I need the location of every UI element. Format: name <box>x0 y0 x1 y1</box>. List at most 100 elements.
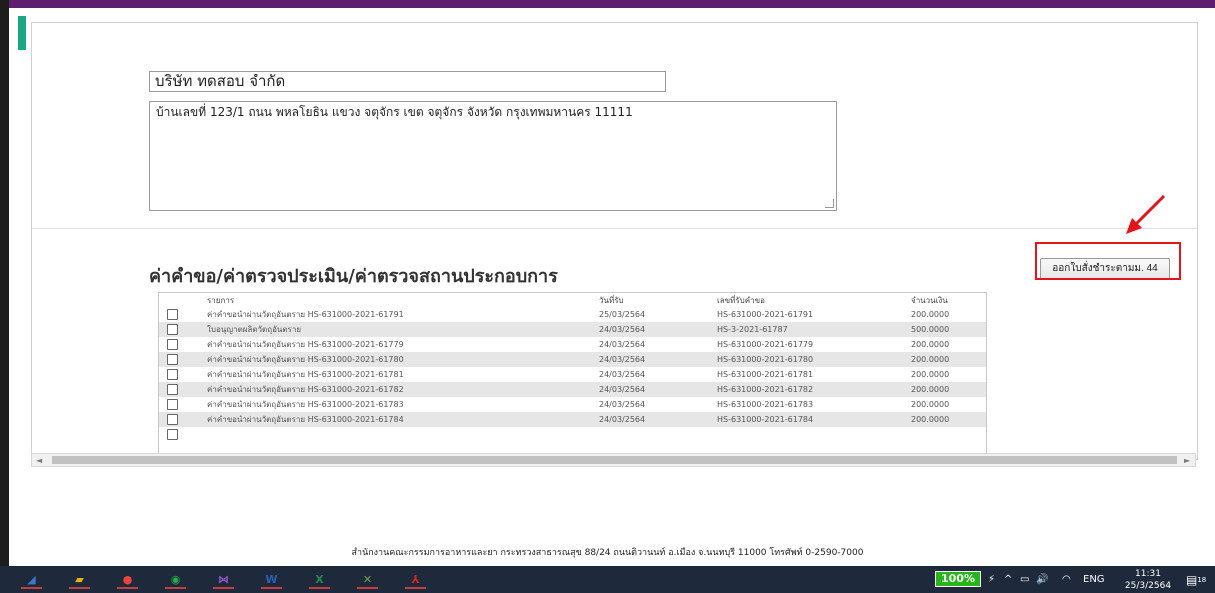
row-request-no: HS-631000-2021-61791 <box>717 310 814 319</box>
word-app-icon[interactable]: W <box>258 569 285 589</box>
system-clock[interactable]: 11:31 25/3/2564 <box>1118 568 1178 592</box>
column-header-date: วันที่รับ <box>599 295 624 305</box>
column-header-request-no: เลขที่รับคำขอ <box>717 295 765 305</box>
app-running-indicator <box>69 587 90 589</box>
row-date: 24/03/2564 <box>599 415 646 424</box>
section-divider <box>32 228 1197 229</box>
row-request-no: HS-631000-2021-61780 <box>717 355 814 364</box>
fees-table-container: รายการ วันที่รับ เลขที่รับคำขอ จำนวนเงิน… <box>158 292 987 459</box>
row-amount: 200.0000 <box>911 385 950 394</box>
page-viewport: บริษัท ทดสอบ จำกัด บ้านเลขที่ 123/1 ถนน … <box>31 22 1198 460</box>
row-request-no: HS-631000-2021-61782 <box>717 385 814 394</box>
row-item-label: ค่าคำขอนำผ่านวัตถุอันตราย <box>207 340 306 349</box>
row-item-label: ค่าคำขอนำผ่านวัตถุอันตราย <box>207 310 306 319</box>
row-date: 25/03/2564 <box>599 310 646 319</box>
row-item-ref: HS-631000-2021-61782 <box>307 385 404 394</box>
row-checkbox[interactable] <box>167 384 178 395</box>
top-window-bar <box>0 0 1215 8</box>
app-running-indicator <box>117 587 138 589</box>
row-item-label: ค่าคำขอนำผ่านวัตถุอันตราย <box>207 370 306 379</box>
app-running-indicator <box>309 587 330 589</box>
row-checkbox[interactable] <box>167 354 178 365</box>
app-running-indicator <box>165 587 186 589</box>
chrome-app-icon[interactable]: ● <box>114 569 141 589</box>
horizontal-scroll-thumb[interactable] <box>52 456 1177 464</box>
app-running-indicator <box>21 587 42 589</box>
row-amount: 500.0000 <box>911 325 950 334</box>
company-name-field[interactable]: บริษัท ทดสอบ จำกัด <box>149 71 666 92</box>
settings-app-icon[interactable]: ◢ <box>18 569 45 589</box>
left-window-edge <box>0 0 9 566</box>
battery-plug-icon[interactable]: ⚡ <box>988 566 995 593</box>
row-item-label: ค่าคำขอนำผ่านวัตถุอันตราย <box>207 385 306 394</box>
row-item-ref: HS-631000-2021-61791 <box>307 310 404 319</box>
tools-app-icon[interactable]: ✕ <box>354 569 381 589</box>
app-running-indicator <box>357 587 378 589</box>
table-row: ใบอนุญาตผลิตวัตถุอันตราย 24/03/2564 HS-3… <box>159 322 986 337</box>
notification-count: 18 <box>1197 575 1207 584</box>
excel-app-icon[interactable]: X <box>306 569 333 589</box>
column-header-amount: จำนวนเงิน <box>911 295 948 305</box>
row-item-label: ใบอนุญาตผลิตวัตถุอันตราย <box>207 325 302 334</box>
notification-icon[interactable]: ▤ 18 <box>1186 566 1206 593</box>
row-date: 24/03/2564 <box>599 385 646 394</box>
column-header-item: รายการ <box>207 295 235 305</box>
app-running-indicator <box>261 587 282 589</box>
row-checkbox[interactable] <box>167 429 178 440</box>
row-item-ref: HS-631000-2021-61783 <box>307 400 404 409</box>
visual-studio-app-icon[interactable]: ⋈ <box>210 569 237 589</box>
row-date: 24/03/2564 <box>599 355 646 364</box>
table-row-partial <box>159 427 986 442</box>
clock-time: 11:31 <box>1135 569 1161 579</box>
network-icon[interactable]: ▭ <box>1020 566 1029 593</box>
horizontal-scrollbar[interactable]: ◄ ► <box>31 453 1196 467</box>
line-app-icon[interactable]: ◉ <box>162 569 189 589</box>
fees-table: รายการ วันที่รับ เลขที่รับคำขอ จำนวนเงิน… <box>159 293 986 442</box>
clock-date: 25/3/2564 <box>1124 581 1172 591</box>
row-checkbox[interactable] <box>167 309 178 320</box>
resize-grip-icon[interactable] <box>825 199 834 208</box>
row-amount: 200.0000 <box>911 340 950 349</box>
row-request-no: HS-631000-2021-61783 <box>717 400 814 409</box>
row-item-label: ค่าคำขอนำผ่านวัตถุอันตราย <box>207 400 306 409</box>
table-row: ค่าคำขอนำผ่านวัตถุอันตราย HS-631000-2021… <box>159 352 986 367</box>
app-running-indicator <box>405 587 426 589</box>
row-request-no: HS-3-2021-61787 <box>717 325 788 334</box>
browser-content: บริษัท ทดสอบ จำกัด บ้านเลขที่ 123/1 ถนน … <box>9 8 1206 566</box>
left-accent-bar <box>18 16 26 50</box>
wifi-icon[interactable]: ◠ <box>1062 566 1071 593</box>
address-textarea[interactable]: บ้านเลขที่ 123/1 ถนน พหลโยธิน แขวง จตุจั… <box>149 101 837 211</box>
chevron-up-icon[interactable]: ^ <box>1004 566 1012 593</box>
volume-icon[interactable]: 🔊 <box>1036 566 1048 593</box>
acrobat-app-icon[interactable]: ⅄ <box>402 569 429 589</box>
red-highlight-box <box>1035 242 1181 280</box>
row-item-ref: HS-631000-2021-61784 <box>307 415 404 424</box>
battery-indicator[interactable]: 100% <box>935 571 981 587</box>
row-request-no: HS-631000-2021-61779 <box>717 340 814 349</box>
page-footer: สำนักงานคณะกรรมการอาหารและยา กระทรวงสาธา… <box>351 548 864 558</box>
row-item-ref: HS-631000-2021-61779 <box>307 340 404 349</box>
red-arrow-annotation <box>1126 194 1166 234</box>
row-request-no: HS-631000-2021-61781 <box>717 370 814 379</box>
row-checkbox[interactable] <box>167 369 178 380</box>
scroll-right-icon[interactable]: ► <box>1184 456 1190 465</box>
table-row: ค่าคำขอนำผ่านวัตถุอันตราย HS-631000-2021… <box>159 397 986 412</box>
row-amount: 200.0000 <box>911 310 950 319</box>
row-checkbox[interactable] <box>167 399 178 410</box>
row-date: 24/03/2564 <box>599 370 646 379</box>
row-checkbox[interactable] <box>167 414 178 425</box>
row-item-ref: HS-631000-2021-61781 <box>307 370 404 379</box>
table-row: ค่าคำขอนำผ่านวัตถุอันตราย HS-631000-2021… <box>159 367 986 382</box>
row-amount: 200.0000 <box>911 370 950 379</box>
scroll-left-icon[interactable]: ◄ <box>36 456 42 465</box>
sticky-notes-app-icon[interactable]: ▰ <box>66 569 93 589</box>
address-text: บ้านเลขที่ 123/1 ถนน พหลโยธิน แขวง จตุจั… <box>156 105 633 119</box>
row-date: 24/03/2564 <box>599 340 646 349</box>
table-row: ค่าคำขอนำผ่านวัตถุอันตราย HS-631000-2021… <box>159 382 986 397</box>
row-checkbox[interactable] <box>167 324 178 335</box>
select-column-header <box>159 293 203 307</box>
row-checkbox[interactable] <box>167 339 178 350</box>
language-indicator[interactable]: ENG <box>1083 566 1105 593</box>
row-date: 24/03/2564 <box>599 400 646 409</box>
row-amount: 200.0000 <box>911 355 950 364</box>
